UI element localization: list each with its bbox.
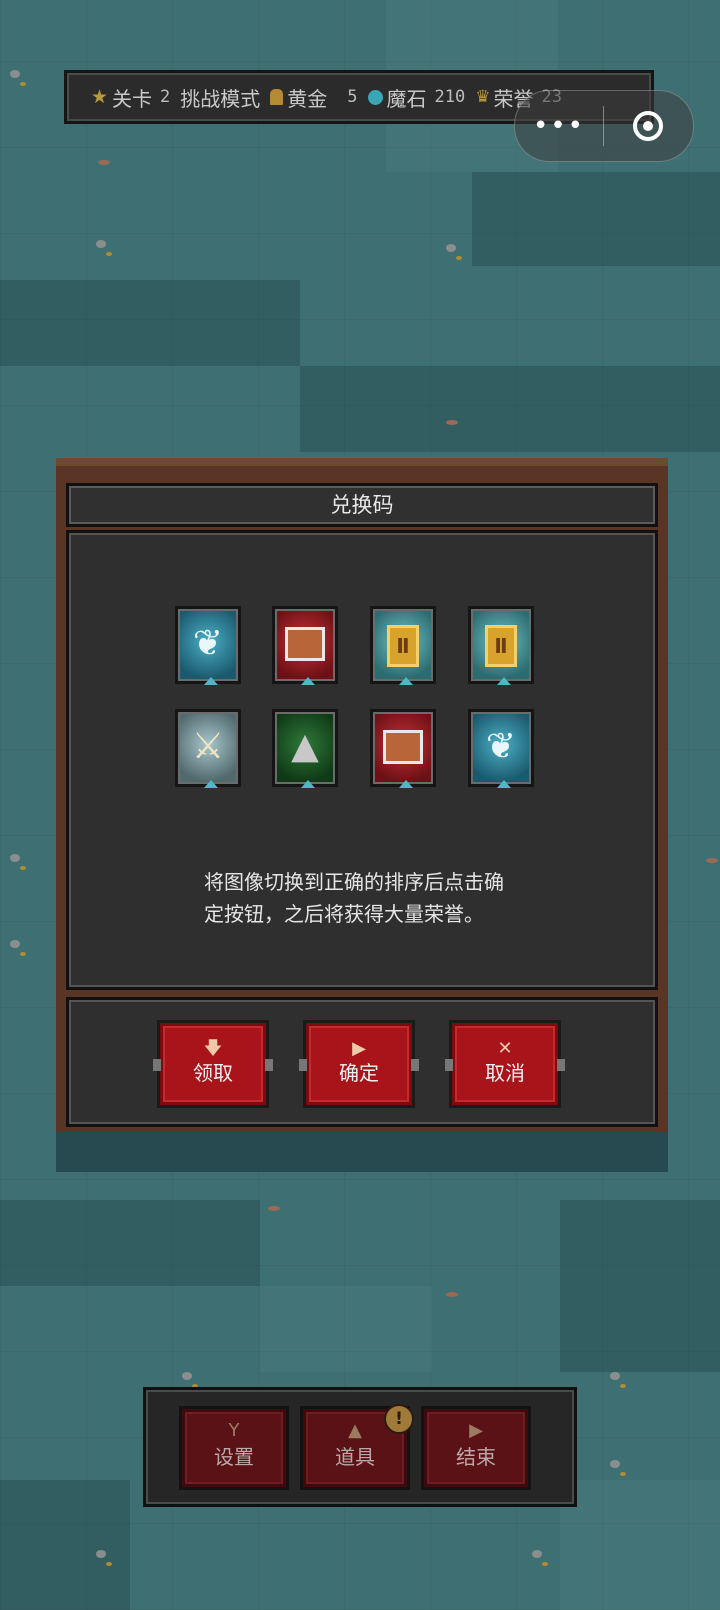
puzzle-tile-3[interactable]: Ⅱ (370, 606, 436, 685)
down-arrow-icon: 🡇 (203, 1038, 223, 1059)
instruction-text: 将图像切换到正确的排序后点击确 定按钮，之后将获得大量荣誉。 (204, 866, 534, 930)
puzzle-tile-8[interactable]: ❦ (468, 709, 534, 788)
play-arrow-icon: ▶ (469, 1420, 483, 1441)
bottom-menu-bar: Y 设置 ▲ 道具 ▶ 结束 (143, 1387, 577, 1507)
gold-icon (270, 89, 284, 105)
crown-icon: ♛ (475, 87, 491, 107)
end-label: 结束 (456, 1445, 496, 1469)
magic-stone-icon (367, 89, 383, 105)
gold-value: 5 (347, 87, 358, 107)
crossed-swords-icon: ⚔ (191, 726, 225, 767)
confirm-button[interactable]: ▶ 确定 (299, 1020, 419, 1108)
tree-icon: ▲ (291, 726, 319, 767)
gold-stat: 黄金 5 (270, 83, 358, 112)
play-arrow-icon: ▶ (352, 1038, 366, 1059)
wrench-icon: Y (228, 1420, 240, 1441)
dialog-button-panel: 🡇 领取 ▶ 确定 ✕ 取消 (66, 997, 658, 1127)
mini-program-capsule: ••• (514, 90, 694, 162)
end-button[interactable]: ▶ 结束 (421, 1406, 531, 1490)
cancel-button-label: 取消 (485, 1061, 525, 1085)
items-label: 道具 (335, 1445, 375, 1469)
wing-icon: ❦ (192, 623, 224, 664)
level-stat: ★ 关卡 2 (91, 83, 170, 112)
close-button[interactable] (604, 111, 692, 141)
gold-card-icon: Ⅱ (387, 625, 419, 667)
puzzle-tile-1[interactable]: ❦ (175, 606, 241, 685)
puzzle-tile-7[interactable] (370, 709, 436, 788)
chest-icon (285, 627, 325, 661)
gold-label: 黄金 (287, 86, 328, 111)
settings-button[interactable]: Y 设置 (179, 1406, 289, 1490)
puzzle-tile-6[interactable]: ▲ (272, 709, 338, 788)
puzzle-tile-4[interactable]: Ⅱ (468, 606, 534, 685)
chest-icon (383, 730, 423, 764)
alert-badge-icon: ! (384, 1404, 414, 1434)
instruction-line-1: 将图像切换到正确的排序后点击确 (204, 870, 504, 894)
more-dots-icon[interactable]: ••• (515, 113, 603, 139)
gold-card-icon: Ⅱ (485, 625, 517, 667)
dialog-title: 兑换码 (66, 483, 658, 527)
wing-icon: ❦ (485, 726, 517, 767)
magic-stone-stat: 魔石 210 (367, 83, 466, 112)
puzzle-tile-5[interactable]: ⚔ (175, 709, 241, 788)
level-value: 2 (160, 87, 171, 107)
level-label: 关卡 (112, 86, 153, 111)
instruction-line-2: 定按钮，之后将获得大量荣誉。 (204, 902, 484, 926)
settings-label: 设置 (214, 1445, 254, 1469)
mode-label: 挑战模式 (180, 86, 261, 111)
magic-stone-value: 210 (434, 87, 466, 107)
confirm-button-label: 确定 (339, 1061, 379, 1085)
close-x-icon: ✕ (497, 1038, 513, 1059)
claim-button-label: 领取 (193, 1061, 233, 1085)
target-circle-icon (633, 111, 663, 141)
star-icon: ★ (91, 86, 109, 108)
magic-stone-label: 魔石 (386, 86, 427, 111)
claim-button[interactable]: 🡇 领取 (153, 1020, 273, 1108)
cancel-button[interactable]: ✕ 取消 (445, 1020, 565, 1108)
puzzle-tile-2[interactable] (272, 606, 338, 685)
